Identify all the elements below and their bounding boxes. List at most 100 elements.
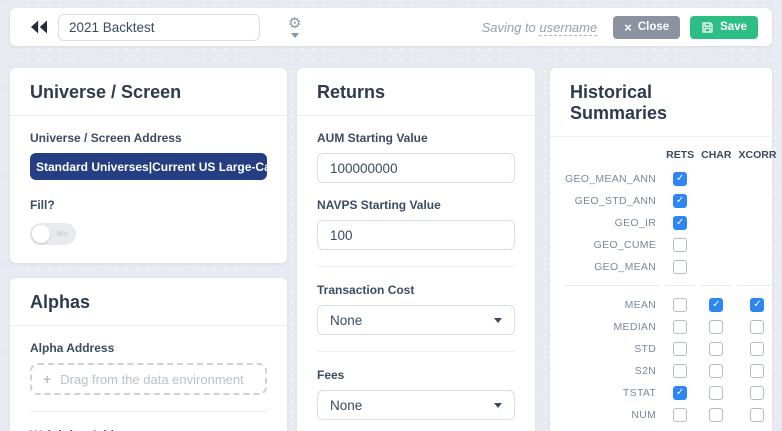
summary-row: STD [565,338,776,360]
fees-label: Fees [317,368,345,382]
summary-row: GEO_IR ✓ [565,212,776,234]
universe-tag-text: Standard Universes|Current US Large-Cap [36,159,267,174]
summary-row-label: GEO_CUME [593,239,657,251]
s2n-char-checkbox[interactable] [709,363,724,378]
middle-column: Returns AUM Starting Value NAVPS Startin… [297,68,535,431]
summary-row: GEO_STD_ANN ✓ [565,190,776,212]
close-icon: × [624,19,632,35]
std-xcorr-checkbox[interactable] [750,341,765,356]
summary-row: TSTAT ✓ [565,382,776,404]
geo-mean-rets-checkbox[interactable] [673,259,688,274]
std-rets-checkbox[interactable] [673,341,688,356]
alpha-address-label: Alpha Address [30,341,115,355]
tstat-rets-checkbox[interactable]: ✓ [673,385,688,400]
historical-summaries-title: Historical Summaries [550,68,772,137]
median-char-checkbox[interactable] [709,319,724,334]
mean-rets-checkbox[interactable] [673,297,688,312]
summary-row: GEO_CUME [565,234,776,256]
summary-row-label: GEO_MEAN_ANN [565,173,657,185]
universe-address-label: Universe / Screen Address [30,131,182,145]
alphas-title: Alphas [10,278,287,326]
toggle-knob [32,225,50,243]
chevron-down-icon [494,402,502,408]
main-content: Universe / Screen Universe / Screen Addr… [10,68,777,431]
divider [317,266,515,267]
divider [317,351,515,352]
alphas-card: Alphas Alpha Address + Drag from the dat… [10,278,287,431]
universe-tag: Standard Universes|Current US Large-Cap … [30,153,267,180]
col-header-xcorr: XCORR [738,149,777,161]
summary-row-label: NUM [631,409,657,421]
num-xcorr-checkbox[interactable] [750,407,765,422]
fill-toggle[interactable]: No [30,223,76,245]
num-rets-checkbox[interactable] [673,407,688,422]
summary-row-label: GEO_IR [614,217,657,229]
backtest-title-input[interactable] [58,13,260,41]
double-chevron-left-icon [31,20,47,34]
geo-mean-ann-rets-checkbox[interactable]: ✓ [673,171,688,186]
historical-summaries-card: Historical Summaries RETS CHAR XCORR GEO… [550,68,777,431]
chevron-down-icon [494,317,502,323]
aum-starting-value-label: AUM Starting Value [317,131,428,145]
summary-row-label: TSTAT [622,387,657,399]
save-button[interactable]: Save [690,15,758,39]
summary-row-label: GEO_STD_ANN [574,195,657,207]
summary-row: MEAN ✓ ✓ [565,285,777,316]
num-char-checkbox[interactable] [709,407,724,422]
transaction-cost-select[interactable]: None [317,305,515,335]
median-xcorr-checkbox[interactable] [750,319,765,334]
summary-row: S2N [565,360,776,382]
std-char-checkbox[interactable] [709,341,724,356]
summary-row-label: STD [634,343,657,355]
close-button-label: Close [637,21,670,33]
navps-starting-value-label: NAVPS Starting Value [317,198,441,212]
dropzone-placeholder-text: Drag from the data environment [60,371,244,387]
s2n-rets-checkbox[interactable] [673,363,688,378]
plus-icon: + [43,371,52,387]
col-header-rets: RETS [666,149,695,161]
fill-label: Fill? [30,198,55,212]
settings-menu-button[interactable]: ⚙ [288,16,301,38]
universe-screen-title: Universe / Screen [10,68,287,116]
mean-char-checkbox[interactable]: ✓ [709,297,724,312]
returns-card: Returns AUM Starting Value NAVPS Startin… [297,68,535,431]
saving-target[interactable]: username [539,19,598,36]
geo-std-ann-rets-checkbox[interactable]: ✓ [673,193,688,208]
saving-status-text: Saving to username [481,19,598,36]
tstat-xcorr-checkbox[interactable] [750,385,765,400]
back-button[interactable] [30,20,48,34]
aum-starting-value-input[interactable] [317,153,515,183]
summary-row: NUM [565,404,776,431]
median-rets-checkbox[interactable] [673,319,688,334]
navps-starting-value-input[interactable] [317,220,515,250]
save-button-label: Save [720,21,747,33]
mean-xcorr-checkbox[interactable]: ✓ [750,297,765,312]
summary-row: GEO_MEAN [565,256,776,285]
topbar-actions: Saving to username × Close Save [481,15,758,39]
summary-row-label: GEO_MEAN [594,261,657,273]
close-button[interactable]: × Close [613,15,681,39]
summary-row-label: S2N [634,365,657,377]
divider [30,411,267,412]
summary-row: MEDIAN [565,316,776,338]
geo-ir-rets-checkbox[interactable]: ✓ [673,215,688,230]
transaction-cost-label: Transaction Cost [317,283,415,297]
right-column: Historical Summaries RETS CHAR XCORR GEO… [550,68,777,431]
left-column: Universe / Screen Universe / Screen Addr… [10,68,287,431]
s2n-xcorr-checkbox[interactable] [750,363,765,378]
transaction-cost-value: None [330,312,363,328]
fees-value: None [330,397,363,413]
geo-cume-rets-checkbox[interactable] [673,237,688,252]
universe-screen-card: Universe / Screen Universe / Screen Addr… [10,68,287,263]
col-header-char: CHAR [701,149,732,161]
gear-icon: ⚙ [288,14,302,32]
returns-title: Returns [297,68,535,116]
tstat-char-checkbox[interactable] [709,385,724,400]
floppy-save-icon [702,21,713,33]
empty-header-cell [565,149,659,168]
fees-select[interactable]: None [317,390,515,420]
saving-prefix: Saving to [481,19,536,35]
summary-row-label: MEAN [565,285,660,316]
alpha-address-dropzone[interactable]: + Drag from the data environment [30,363,267,395]
chevron-down-icon [290,33,299,38]
